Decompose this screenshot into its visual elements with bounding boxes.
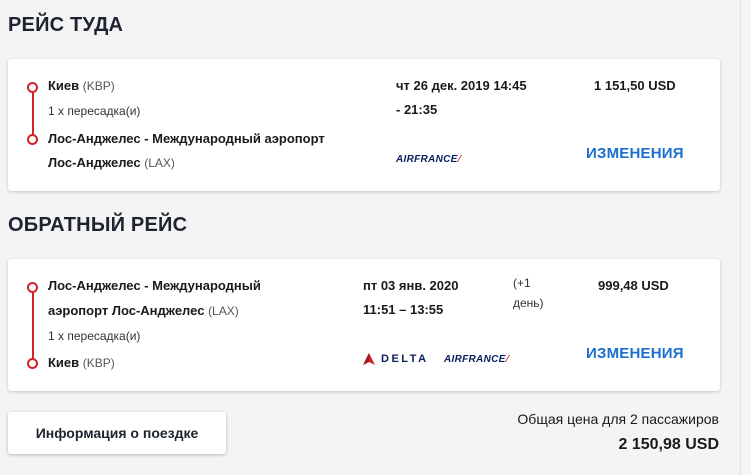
destination-code: (KBP) xyxy=(82,356,115,370)
return-flight-card[interactable]: Лос-Анджелес - Международный аэропорт Ло… xyxy=(8,259,720,391)
return-time: 11:51 – 13:55 xyxy=(363,302,444,317)
destination-city: Киев xyxy=(48,355,80,370)
delta-widget-icon xyxy=(363,353,375,365)
airfrance-logo-text: AIRFRANCE xyxy=(396,154,458,165)
outbound-stops: 1 x пересадка(и) xyxy=(48,104,141,118)
origin-stop-icon xyxy=(27,82,38,93)
destination-code: (LAX) xyxy=(144,156,175,170)
outbound-destination-line1: Лос-Анджелес - Международный аэропорт xyxy=(48,131,325,146)
origin-code: (KBP) xyxy=(82,79,115,93)
page-scroll-edge xyxy=(740,0,751,475)
return-origin-line2: аэропорт Лос-Анджелес (LAX) xyxy=(48,303,239,318)
total-price-label: Общая цена для 2 пассажиров xyxy=(517,411,719,427)
origin-city: Киев xyxy=(48,78,80,93)
return-next-day-line2: день) xyxy=(513,296,544,310)
return-changes-link[interactable]: ИЗМЕНЕНИЯ xyxy=(586,345,684,362)
airfrance-logo: AIRFRANCE⁄ xyxy=(444,354,509,365)
delta-logo: DELTA xyxy=(363,353,429,365)
outbound-section-title: РЕЙС ТУДА xyxy=(8,14,124,36)
destination-stop-icon xyxy=(27,358,38,369)
destination-city: Лос-Анджелес xyxy=(48,155,141,170)
total-price-value: 2 150,98 USD xyxy=(618,436,719,453)
return-section-title: ОБРАТНЫЙ РЕЙС xyxy=(8,214,188,236)
outbound-datetime-line1: чт 26 дек. 2019 14:45 xyxy=(396,78,527,93)
airfrance-logo: AIRFRANCE⁄ xyxy=(396,154,461,165)
return-date: пт 03 янв. 2020 xyxy=(363,278,459,293)
destination-stop-icon xyxy=(27,134,38,145)
outbound-changes-link[interactable]: ИЗМЕНЕНИЯ xyxy=(586,145,684,162)
return-stops: 1 x пересадка(и) xyxy=(48,329,141,343)
outbound-price: 1 151,50 USD xyxy=(594,78,676,93)
origin-code: (LAX) xyxy=(208,304,239,318)
origin-stop-icon xyxy=(27,282,38,293)
airfrance-slash-icon: ⁄ xyxy=(506,354,509,365)
airfrance-logo-text: AIRFRANCE xyxy=(444,354,506,365)
outbound-origin: Киев (KBP) xyxy=(48,78,115,93)
return-next-day-line1: (+1 xyxy=(513,276,531,290)
delta-logo-text: DELTA xyxy=(381,353,429,365)
outbound-flight-card[interactable]: Киев (KBP) 1 x пересадка(и) Лос-Анджелес… xyxy=(8,59,720,191)
route-line xyxy=(32,93,34,135)
outbound-datetime-line2: - 21:35 xyxy=(396,102,438,117)
outbound-destination-line2: Лос-Анджелес (LAX) xyxy=(48,155,175,170)
origin-city: аэропорт Лос-Анджелес xyxy=(48,303,205,318)
route-line xyxy=(32,293,34,360)
trip-info-button[interactable]: Информация о поездке xyxy=(8,412,226,454)
return-origin-line1: Лос-Анджелес - Международный xyxy=(48,278,261,293)
airfrance-slash-icon: ⁄ xyxy=(458,154,461,165)
return-price: 999,48 USD xyxy=(598,278,669,293)
return-destination: Киев (KBP) xyxy=(48,355,115,370)
